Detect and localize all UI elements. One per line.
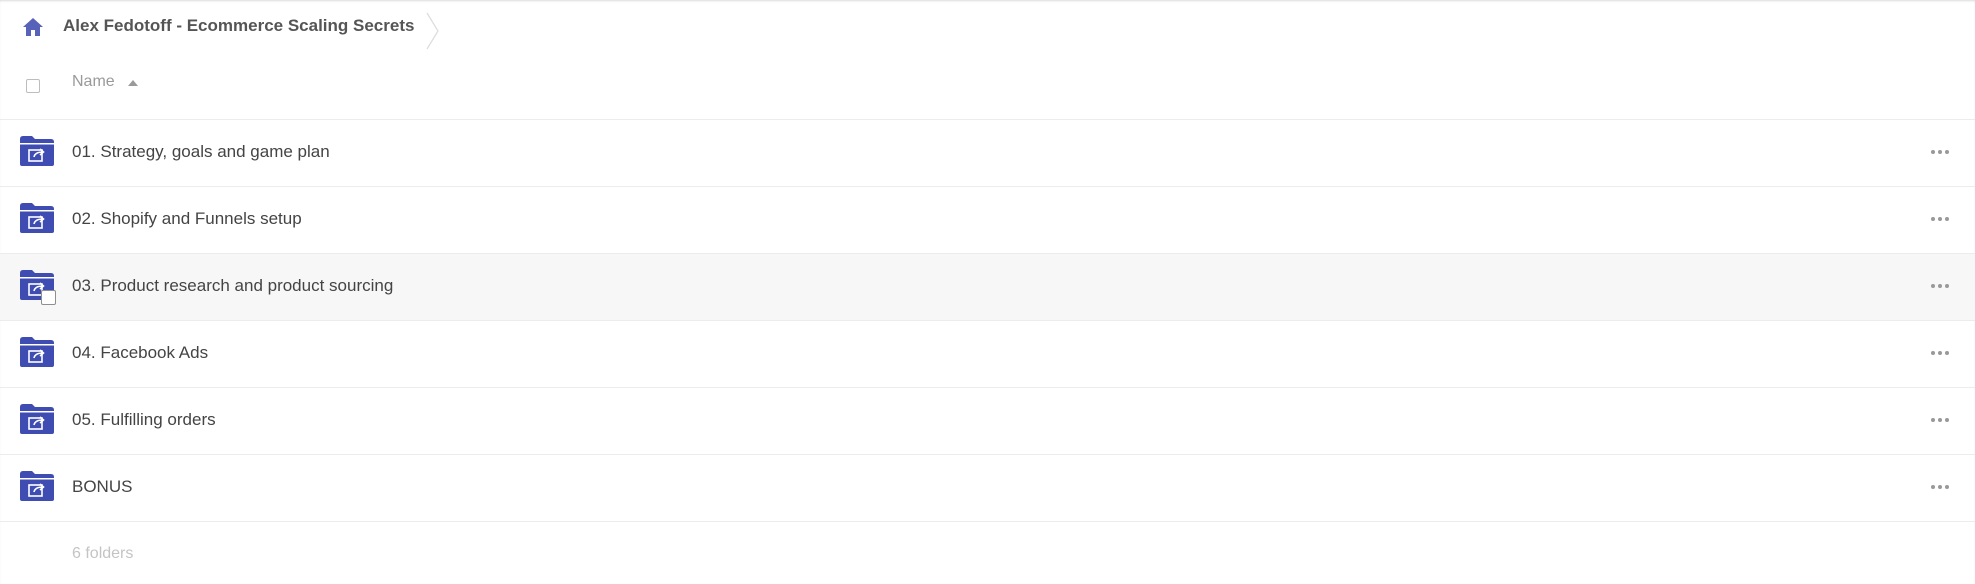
more-options-button[interactable] <box>1926 343 1954 363</box>
home-button[interactable] <box>21 16 45 38</box>
folder-row[interactable]: BONUS <box>0 455 1975 522</box>
folder-row[interactable]: 05. Fulfilling orders <box>0 388 1975 455</box>
select-all-checkbox[interactable] <box>26 79 40 93</box>
more-horizontal-icon <box>1931 485 1949 489</box>
breadcrumb-current-folder[interactable]: Alex Fedotoff - Ecommerce Scaling Secret… <box>63 16 414 36</box>
name-column-header[interactable]: Name <box>72 73 138 91</box>
sort-ascending-icon <box>127 80 138 86</box>
home-icon <box>23 18 43 36</box>
shared-folder-icon <box>20 404 54 434</box>
folder-name[interactable]: 05. Fulfilling orders <box>72 410 216 430</box>
file-browser: Alex Fedotoff - Ecommerce Scaling Secret… <box>0 0 1975 584</box>
folder-count: 6 folders <box>72 545 134 562</box>
folder-list: 01. Strategy, goals and game plan 02. Sh… <box>0 120 1975 522</box>
more-horizontal-icon <box>1931 284 1949 288</box>
folder-row[interactable]: 03. Product research and product sourcin… <box>0 254 1975 321</box>
folder-row[interactable]: 01. Strategy, goals and game plan <box>0 120 1975 187</box>
folder-row[interactable]: 04. Facebook Ads <box>0 321 1975 388</box>
folder-row[interactable]: 02. Shopify and Funnels setup <box>0 187 1975 254</box>
more-options-button[interactable] <box>1926 276 1954 296</box>
more-options-button[interactable] <box>1926 142 1954 162</box>
shared-folder-icon <box>20 136 54 166</box>
more-horizontal-icon <box>1931 150 1949 154</box>
shared-folder-icon <box>20 337 54 367</box>
more-options-button[interactable] <box>1926 209 1954 229</box>
breadcrumb-separator-icon <box>426 12 439 50</box>
shared-folder-icon <box>20 203 54 233</box>
list-header: Name <box>0 56 1975 120</box>
more-options-button[interactable] <box>1926 410 1954 430</box>
folder-name[interactable]: 02. Shopify and Funnels setup <box>72 209 302 229</box>
folder-name[interactable]: 01. Strategy, goals and game plan <box>72 142 330 162</box>
row-select-checkbox[interactable] <box>41 290 56 305</box>
folder-name[interactable]: 04. Facebook Ads <box>72 343 208 363</box>
more-horizontal-icon <box>1931 351 1949 355</box>
folder-name[interactable]: 03. Product research and product sourcin… <box>72 276 393 296</box>
name-column-label: Name <box>72 73 115 90</box>
folder-name[interactable]: BONUS <box>72 477 132 497</box>
shared-folder-icon <box>20 471 54 501</box>
more-options-button[interactable] <box>1926 477 1954 497</box>
more-horizontal-icon <box>1931 217 1949 221</box>
more-horizontal-icon <box>1931 418 1949 422</box>
